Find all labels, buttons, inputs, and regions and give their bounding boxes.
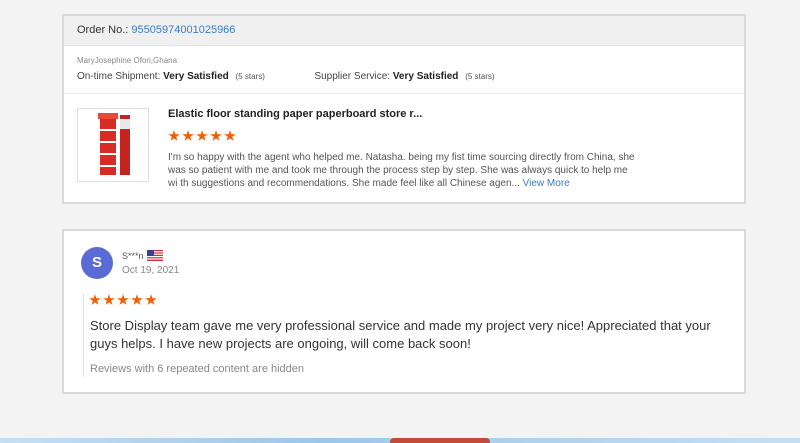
us-flag-icon (146, 250, 163, 261)
star-icon (89, 294, 101, 305)
star-icon (182, 130, 194, 141)
shipment-label: On-time Shipment: (77, 71, 161, 82)
order-number-link[interactable]: 95505974001025966 (131, 24, 235, 36)
star-icon (145, 294, 157, 305)
star-icon (117, 294, 129, 305)
user-review-card: S S***n Oct 19, 2021 Store Display team … (62, 229, 746, 394)
star-icon (224, 130, 236, 141)
quote-line (83, 293, 84, 377)
avatar: S (81, 247, 113, 279)
order-bar: Order No.: 95505974001025966 (64, 16, 744, 46)
review-date: Oct 19, 2021 (122, 265, 180, 276)
view-more-link[interactable]: View More (523, 178, 570, 189)
star-icon (210, 130, 222, 141)
order-label: Order No.: (77, 24, 129, 36)
reviewer-name: S***n (122, 250, 144, 261)
divider (64, 93, 744, 94)
star-icon (168, 130, 180, 141)
product-title-link[interactable]: Elastic floor standing paper paperboard … (168, 108, 422, 120)
shipment-value: Very Satisfied (163, 71, 229, 82)
review-star-rating (89, 294, 157, 306)
review-text: Store Display team gave me very professi… (90, 318, 711, 351)
star-icon (103, 294, 115, 305)
supplier-value: Very Satisfied (392, 71, 459, 82)
product-review-text: I'm so happy with the agent who helped m… (168, 151, 638, 190)
reviewer-info: S***n (122, 250, 163, 261)
order-review-card: Order No.: 95505974001025966 MaryJosephi… (62, 14, 746, 204)
supplier-stars-text: (5 stars) (465, 72, 495, 81)
star-icon (131, 294, 143, 305)
supplier-label: Supplier Service: (314, 71, 391, 82)
product-thumbnail[interactable] (77, 108, 149, 182)
reviewer-name-location: MaryJosephine Ofori,Ghana (77, 56, 178, 65)
star-icon (196, 130, 208, 141)
rating-summary: On-time Shipment: Very Satisfied (5 star… (77, 71, 495, 82)
display-rack-image (98, 113, 130, 175)
hidden-reviews-note: Reviews with 6 repeated content are hidd… (90, 363, 305, 375)
shipment-stars-text: (5 stars) (235, 72, 265, 81)
footer-banner-graphic (390, 438, 490, 443)
product-star-rating (168, 130, 236, 142)
